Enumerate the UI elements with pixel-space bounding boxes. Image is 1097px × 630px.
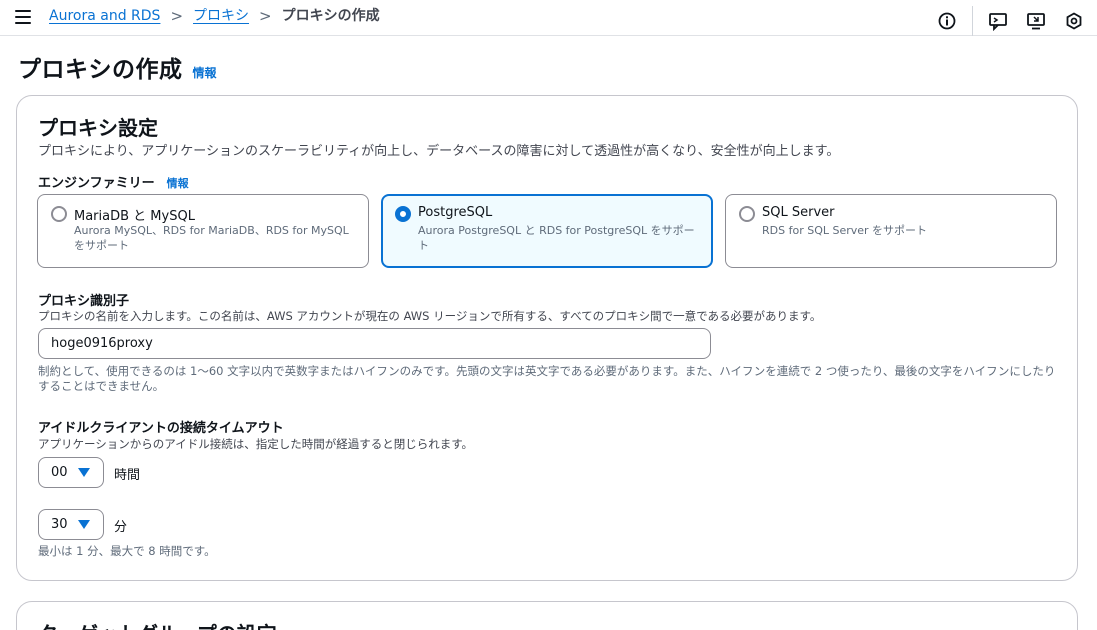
radio-button[interactable] xyxy=(51,206,67,222)
proxy-identifier-label: プロキシ識別子 xyxy=(38,294,130,309)
proxy-identifier-input[interactable]: hoge0916proxy xyxy=(38,328,711,359)
divider xyxy=(972,6,973,36)
chevron-right-icon: > xyxy=(170,7,184,25)
engine-family-label: エンジンファミリー xyxy=(38,176,155,191)
idle-timeout-constraint: 最小は 1 分、最大で 8 時間です。 xyxy=(38,544,216,558)
breadcrumb-proxies[interactable]: プロキシ xyxy=(193,7,249,25)
minutes-value: 30 xyxy=(51,517,68,532)
engine-family-label-row: エンジンファミリー 情報 xyxy=(38,172,189,191)
radio-button[interactable] xyxy=(739,206,755,222)
page-title: プロキシの作成 xyxy=(18,57,183,83)
idle-timeout-hours-select[interactable]: 00 xyxy=(38,457,104,488)
engine-option-name: PostgreSQL xyxy=(418,205,493,220)
breadcrumb-aurora-rds[interactable]: Aurora and RDS xyxy=(49,7,160,25)
engine-option-description: Aurora PostgreSQL と RDS for PostgreSQL を… xyxy=(418,224,695,252)
caret-down-icon xyxy=(78,520,90,529)
info-circle-icon[interactable] xyxy=(936,10,958,32)
idle-timeout-label: アイドルクライアントの接続タイムアウト xyxy=(38,421,284,436)
screen-icon[interactable] xyxy=(1025,10,1047,32)
page-info-link[interactable]: 情報 xyxy=(193,64,217,81)
breadcrumb-current: プロキシの作成 xyxy=(281,8,380,24)
engine-option-mysql[interactable]: MariaDB と MySQL Aurora MySQL、RDS for Mar… xyxy=(37,194,369,268)
settings-hex-icon[interactable] xyxy=(1063,10,1085,32)
idle-timeout-description: アプリケーションからのアイドル接続は、指定した時間が経過すると閉じられます。 xyxy=(38,437,474,451)
breadcrumb: Aurora and RDS > プロキシ > プロキシの作成 xyxy=(49,7,380,25)
target-group-panel: ターゲットグループの設定 xyxy=(16,601,1078,630)
menu-icon[interactable] xyxy=(15,10,31,24)
proxy-identifier-constraint: 制約として、使用できるのは 1〜60 文字以内で英数字またはハイフンのみです。先… xyxy=(38,364,1056,393)
caret-down-icon xyxy=(78,468,90,477)
proxy-settings-panel: プロキシ設定 プロキシにより、アプリケーションのスケーラビリティが向上し、データ… xyxy=(16,95,1078,581)
engine-option-description: RDS for SQL Server をサポート xyxy=(762,224,928,237)
radio-button-selected[interactable] xyxy=(395,206,411,222)
engine-option-name: MariaDB と MySQL xyxy=(74,209,195,224)
engine-option-postgresql[interactable]: PostgreSQL Aurora PostgreSQL と RDS for P… xyxy=(381,194,713,268)
engine-family-info-link[interactable]: 情報 xyxy=(167,175,189,191)
engine-option-name: SQL Server xyxy=(762,205,835,220)
feedback-icon[interactable] xyxy=(987,10,1009,32)
chevron-right-icon: > xyxy=(259,7,272,25)
top-icon-group xyxy=(920,6,1085,36)
engine-option-sqlserver[interactable]: SQL Server RDS for SQL Server をサポート xyxy=(725,194,1057,268)
proxy-identifier-description: プロキシの名前を入力します。この名前は、AWS アカウントが現在の AWS リー… xyxy=(38,309,822,323)
engine-option-description: Aurora MySQL、RDS for MariaDB、RDS for MyS… xyxy=(74,224,349,252)
top-navigation-bar: Aurora and RDS > プロキシ > プロキシの作成 xyxy=(0,0,1097,36)
hours-unit-label: 時間 xyxy=(114,468,141,483)
target-group-title: ターゲットグループの設定 xyxy=(38,618,277,630)
hours-value: 00 xyxy=(51,465,68,480)
idle-timeout-minutes-select[interactable]: 30 xyxy=(38,509,104,540)
section-description: プロキシにより、アプリケーションのスケーラビリティが向上し、データベースの障害に… xyxy=(38,144,840,159)
section-title: プロキシ設定 xyxy=(38,116,158,140)
page-header: プロキシの作成 情報 xyxy=(18,50,217,84)
minutes-unit-label: 分 xyxy=(114,520,128,535)
